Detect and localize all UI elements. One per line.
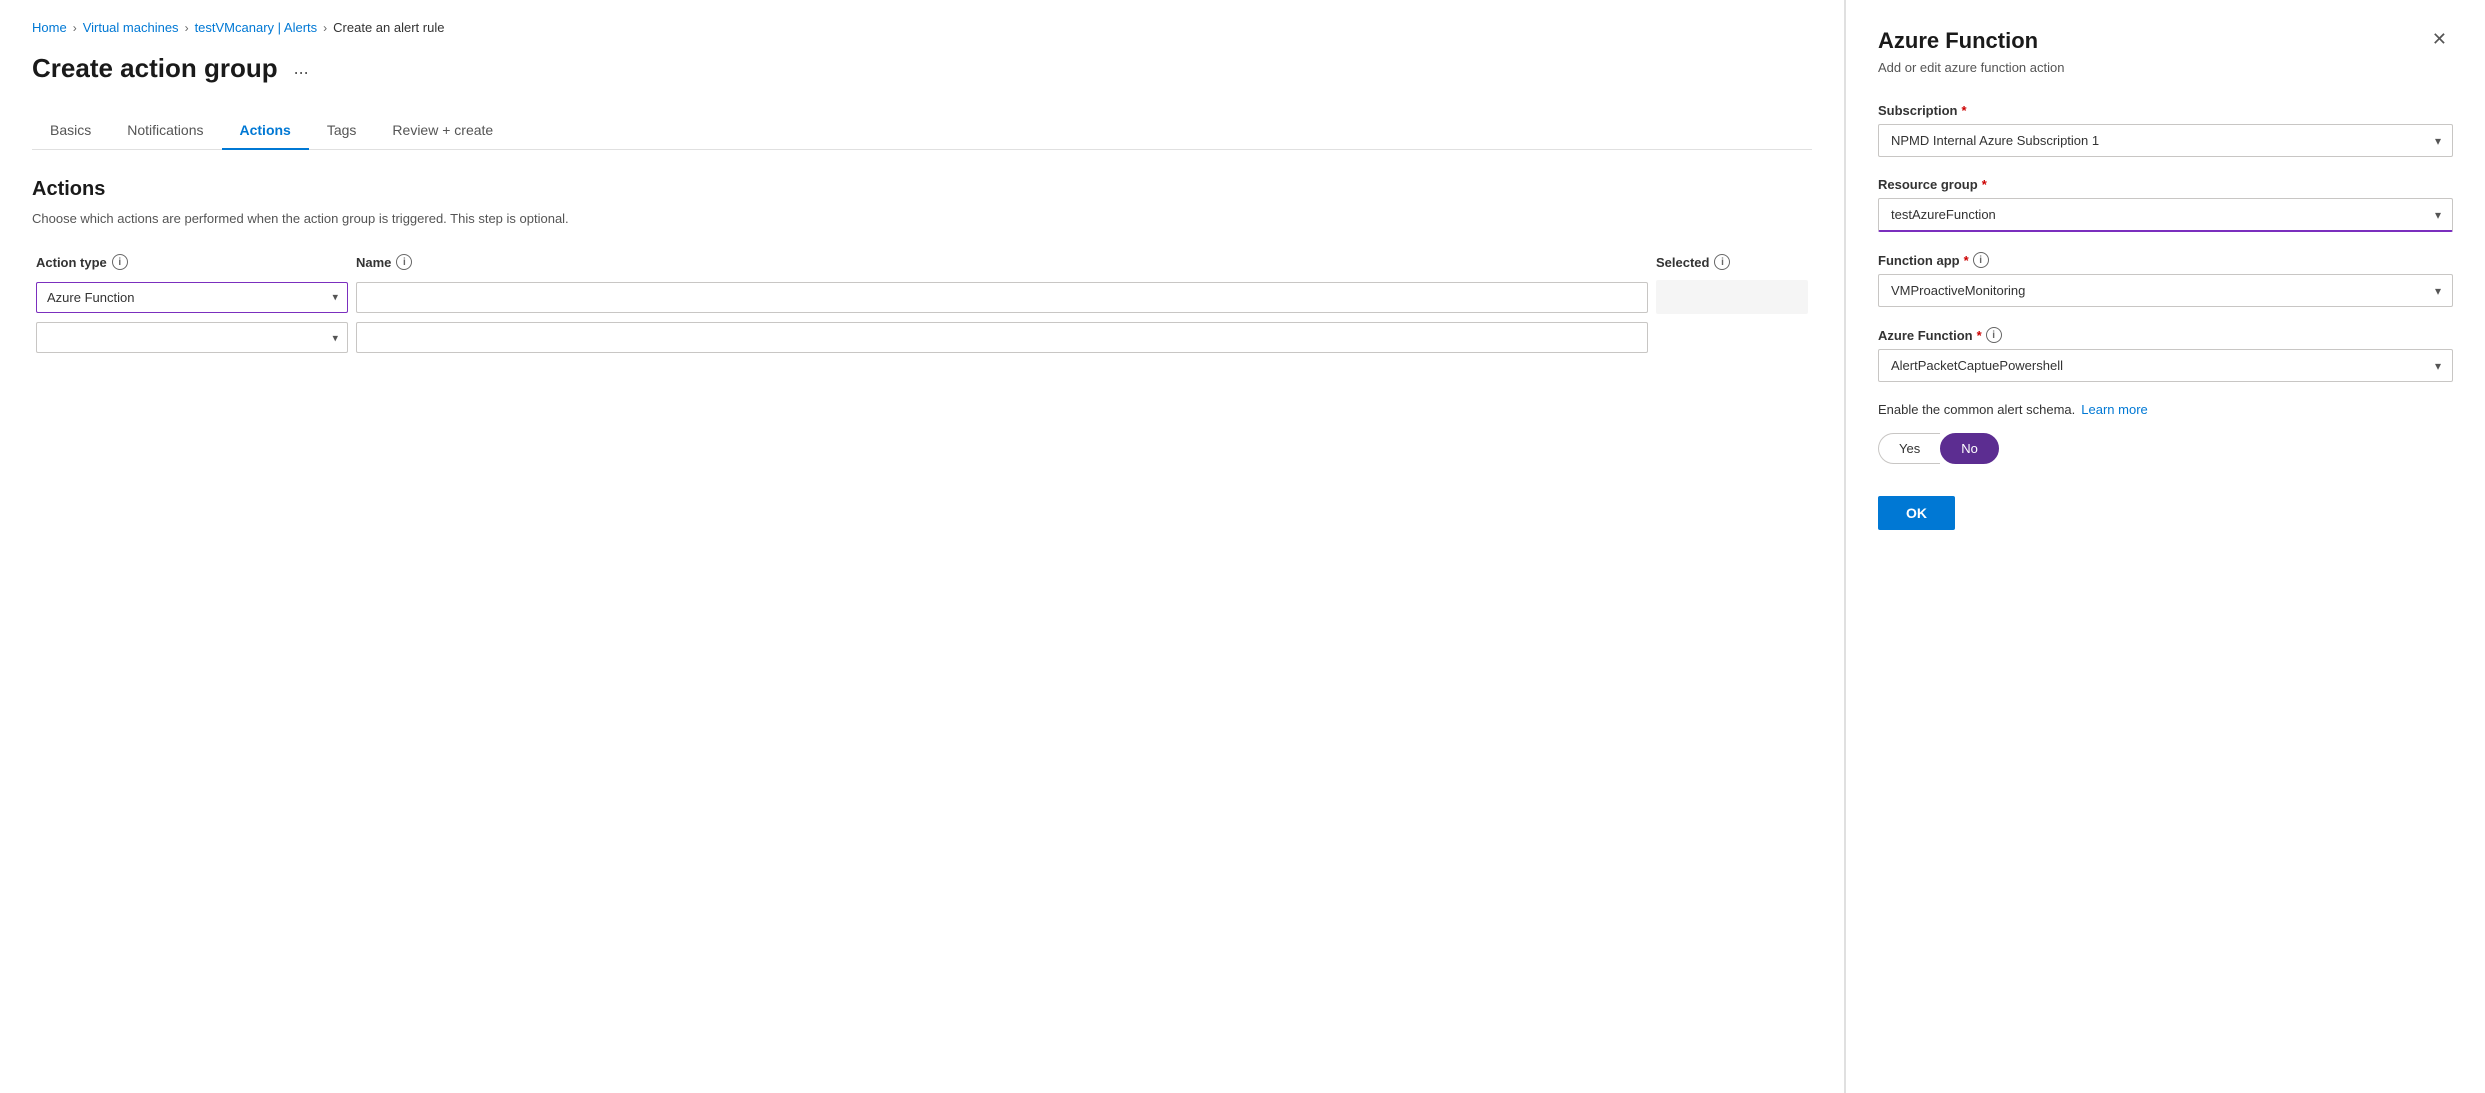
ellipsis-button[interactable]: ... [288, 56, 315, 81]
action-type-cell-2: ▾ [32, 322, 352, 353]
resource-group-required: * [1982, 177, 1987, 192]
right-panel: Azure Function ✕ Add or edit azure funct… [1845, 0, 2485, 1093]
function-app-select[interactable]: VMProactiveMonitoring [1878, 274, 2453, 307]
azure-function-info-icon[interactable]: i [1986, 327, 2002, 343]
close-button[interactable]: ✕ [2426, 28, 2453, 50]
name-cell-1 [352, 282, 1652, 313]
breadcrumb-sep-3: › [323, 21, 327, 35]
name-info-icon[interactable]: i [396, 254, 412, 270]
page-title: Create action group [32, 53, 278, 84]
panel-title: Azure Function [1878, 28, 2038, 54]
tab-basics[interactable]: Basics [32, 112, 109, 150]
azure-function-required: * [1977, 328, 1982, 343]
resource-group-label: Resource group * [1878, 177, 2453, 192]
actions-section-title: Actions [32, 178, 1812, 201]
function-app-dropdown-wrapper: VMProactiveMonitoring ▾ [1878, 274, 2453, 307]
subscription-select[interactable]: NPMD Internal Azure Subscription 1 [1878, 124, 2453, 157]
selected-cell-1 [1652, 280, 1812, 314]
left-panel: Home › Virtual machines › testVMcanary |… [0, 0, 1844, 1093]
col-header-selected: Selected i [1652, 254, 1812, 270]
ok-button[interactable]: OK [1878, 496, 1955, 530]
action-type-dropdown-wrapper-1: Azure Function ▾ [36, 282, 348, 313]
breadcrumb-vms[interactable]: Virtual machines [83, 20, 179, 35]
tabs-container: Basics Notifications Actions Tags Review… [32, 112, 1812, 150]
action-type-select-1[interactable]: Azure Function [36, 282, 348, 313]
azure-function-select[interactable]: AlertPacketCaptuePowershell [1878, 349, 2453, 382]
col-header-action-type: Action type i [32, 254, 352, 270]
action-type-info-icon[interactable]: i [112, 254, 128, 270]
name-cell-2 [352, 322, 1652, 353]
tab-actions[interactable]: Actions [222, 112, 309, 150]
function-app-label: Function app * i [1878, 252, 2453, 268]
breadcrumb: Home › Virtual machines › testVMcanary |… [32, 20, 1812, 35]
breadcrumb-current: Create an alert rule [333, 20, 444, 35]
tab-notifications[interactable]: Notifications [109, 112, 221, 150]
azure-function-dropdown-wrapper: AlertPacketCaptuePowershell ▾ [1878, 349, 2453, 382]
table-row: ▾ [32, 322, 1812, 353]
function-app-field-group: Function app * i VMProactiveMonitoring ▾ [1878, 252, 2453, 307]
toggle-group: Yes No [1878, 433, 2453, 464]
selected-info-icon[interactable]: i [1714, 254, 1730, 270]
resource-group-dropdown-wrapper: testAzureFunction ▾ [1878, 198, 2453, 232]
function-app-info-icon[interactable]: i [1973, 252, 1989, 268]
name-input-1[interactable] [356, 282, 1648, 313]
azure-function-field-group: Azure Function * i AlertPacketCaptuePowe… [1878, 327, 2453, 382]
col-header-name: Name i [352, 254, 1652, 270]
subscription-required: * [1961, 103, 1966, 118]
breadcrumb-sep-2: › [185, 21, 189, 35]
selected-cell-bg-1 [1656, 280, 1808, 314]
resource-group-select[interactable]: testAzureFunction [1878, 198, 2453, 232]
toggle-no-button[interactable]: No [1940, 433, 1999, 464]
enable-schema-row: Enable the common alert schema. Learn mo… [1878, 402, 2453, 417]
learn-more-link[interactable]: Learn more [2081, 402, 2147, 417]
ok-button-container: OK [1878, 488, 2453, 530]
action-type-cell-1: Azure Function ▾ [32, 282, 352, 313]
breadcrumb-alerts[interactable]: testVMcanary | Alerts [195, 20, 318, 35]
tab-review-create[interactable]: Review + create [374, 112, 511, 150]
tab-tags[interactable]: Tags [309, 112, 375, 150]
table-header: Action type i Name i Selected i [32, 254, 1812, 270]
action-type-select-2[interactable] [36, 322, 348, 353]
panel-header: Azure Function ✕ [1878, 28, 2453, 54]
action-type-dropdown-wrapper-2: ▾ [36, 322, 348, 353]
function-app-required: * [1964, 253, 1969, 268]
breadcrumb-home[interactable]: Home [32, 20, 67, 35]
panel-subtitle: Add or edit azure function action [1878, 60, 2453, 75]
page-title-row: Create action group ... [32, 53, 1812, 84]
subscription-label: Subscription * [1878, 103, 2453, 118]
subscription-field-group: Subscription * NPMD Internal Azure Subsc… [1878, 103, 2453, 157]
resource-group-field-group: Resource group * testAzureFunction ▾ [1878, 177, 2453, 232]
toggle-yes-button[interactable]: Yes [1878, 433, 1940, 464]
subscription-dropdown-wrapper: NPMD Internal Azure Subscription 1 ▾ [1878, 124, 2453, 157]
breadcrumb-sep-1: › [73, 21, 77, 35]
name-input-2[interactable] [356, 322, 1648, 353]
azure-function-label: Azure Function * i [1878, 327, 2453, 343]
table-row: Azure Function ▾ [32, 280, 1812, 314]
actions-section-desc: Choose which actions are performed when … [32, 211, 1812, 226]
enable-schema-label: Enable the common alert schema. [1878, 402, 2075, 417]
